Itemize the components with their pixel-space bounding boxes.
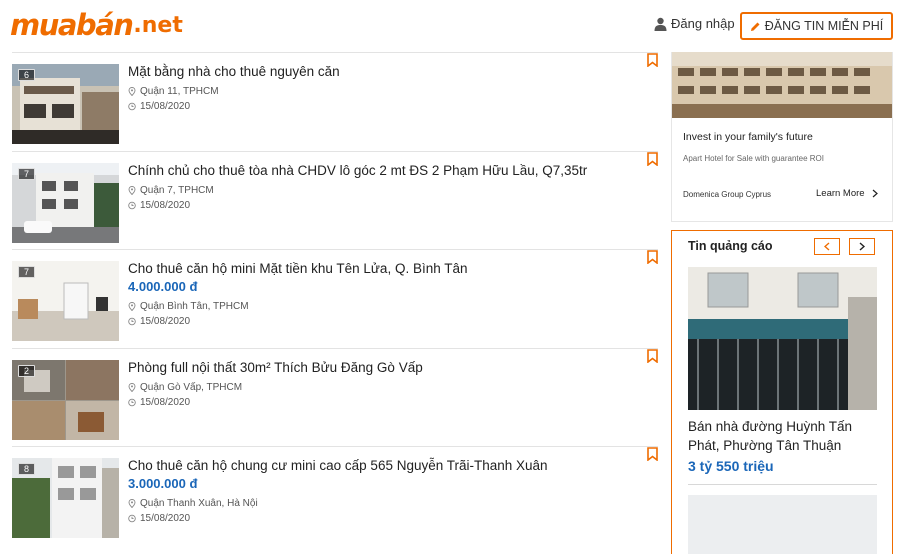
date-text: 15/08/2020 — [140, 513, 191, 524]
promoted-listings: Tin quảng cáo Bán nhà đường Huỳnh Tấn Ph… — [671, 230, 893, 554]
ad-headline: Invest in your family's future — [683, 131, 813, 143]
location-text: Quận Thanh Xuân, Hà Nội — [140, 498, 258, 509]
clock-icon — [128, 398, 136, 406]
bookmark-icon[interactable] — [647, 447, 658, 461]
date-text: 15/08/2020 — [140, 316, 191, 327]
ad-brand: Domenica Group Cyprus — [683, 190, 772, 199]
promoted-photo[interactable] — [688, 267, 877, 410]
listing-photo[interactable]: 6 — [12, 64, 119, 144]
listing-photo[interactable]: 8 — [12, 458, 119, 538]
photo-count-badge: 7 — [18, 167, 35, 180]
site-header: muabán .net Đăng nhập ĐĂNG TIN MIỄN PHÍ — [0, 0, 900, 50]
date-text: 15/08/2020 — [140, 101, 191, 112]
clock-icon — [128, 201, 136, 209]
login-link[interactable]: Đăng nhập — [654, 16, 735, 31]
clock-icon — [128, 102, 136, 111]
location-pin-icon — [128, 499, 136, 508]
listing-title[interactable]: Cho thuê căn hộ chung cư mini cao cấp 56… — [128, 458, 548, 473]
clock-icon — [128, 514, 136, 523]
listing-photo[interactable]: 2 — [12, 359, 119, 440]
listing-date: 15/08/2020 — [128, 200, 190, 211]
listing-location: Quận 11, TPHCM — [128, 86, 219, 97]
location-text: Quận 7, TPHCM — [140, 184, 214, 196]
list-item[interactable]: 7 Chính chủ cho thuê tòa nhà CHDV lô góc… — [12, 150, 658, 250]
promo-next-button[interactable] — [849, 238, 875, 255]
date-text: 15/08/2020 — [140, 396, 191, 408]
bookmark-icon[interactable] — [647, 151, 658, 166]
divider — [688, 484, 877, 485]
promoted-next-photo[interactable] — [688, 495, 877, 554]
login-label: Đăng nhập — [671, 16, 735, 31]
location-pin-icon — [128, 87, 136, 96]
listing-title[interactable]: Mặt bằng nhà cho thuê nguyên căn — [128, 64, 340, 79]
pencil-icon — [750, 22, 760, 31]
bookmark-icon[interactable] — [647, 53, 658, 67]
listing-location: Quận 7, TPHCM — [128, 185, 214, 196]
listing-location: Quận Thanh Xuân, Hà Nội — [128, 498, 258, 509]
post-button-label: ĐĂNG TIN MIỄN PHÍ — [764, 19, 884, 33]
photo-count-badge: 8 — [18, 463, 35, 475]
date-text: 15/08/2020 — [140, 199, 191, 211]
location-text: Quận Gò Vấp, TPHCM — [140, 381, 243, 393]
ad-learn-more-link[interactable]: Learn More — [816, 188, 878, 199]
logo-tld: .net — [133, 13, 183, 38]
bookmark-icon[interactable] — [647, 348, 658, 363]
listing-price: 4.000.000 đ — [128, 279, 198, 294]
bookmark-icon[interactable] — [647, 250, 658, 264]
ad-cta-label: Learn More — [816, 188, 865, 199]
listing-date: 15/08/2020 — [128, 101, 190, 112]
logo-main: muabán — [10, 8, 134, 42]
listing-location: Quận Gò Vấp, TPHCM — [128, 382, 242, 393]
listing-photo[interactable]: 7 — [12, 162, 119, 243]
listing-date: 15/08/2020 — [128, 397, 190, 408]
photo-count-badge: 6 — [18, 69, 35, 81]
location-text: Quận Bình Tân, TPHCM — [140, 301, 249, 312]
promo-prev-button[interactable] — [814, 238, 840, 255]
chevron-right-icon — [859, 242, 865, 251]
listing-price: 3.000.000 đ — [128, 476, 198, 491]
photo-count-badge: 2 — [18, 364, 35, 377]
listing-location: Quận Bình Tân, TPHCM — [128, 301, 249, 312]
chevron-left-icon — [824, 242, 830, 251]
listing-title[interactable]: Phòng full nội thất 30m² Thích Bửu Đăng … — [128, 360, 423, 375]
listing-list: 6 Mặt bằng nhà cho thuê nguyên căn Quận … — [12, 52, 658, 545]
listing-date: 15/08/2020 — [128, 316, 190, 327]
list-item[interactable]: 7 Cho thuê căn hộ mini Mặt tiền khu Tên … — [12, 249, 658, 348]
list-item[interactable]: 2 Phòng full nội thất 30m² Thích Bửu Đăn… — [12, 347, 658, 447]
chevron-right-icon — [872, 189, 878, 198]
display-ad[interactable]: Invest in your family's future Apart Hot… — [671, 52, 893, 222]
ad-image[interactable] — [672, 52, 892, 118]
list-item[interactable]: 6 Mặt bằng nhà cho thuê nguyên căn Quận … — [12, 52, 658, 151]
location-pin-icon — [128, 185, 136, 195]
user-icon — [654, 17, 667, 31]
promoted-price: 3 tỷ 550 triệu — [688, 458, 774, 474]
ad-subline: Apart Hotel for Sale with guarantee ROI — [683, 154, 824, 163]
listing-title[interactable]: Cho thuê căn hộ mini Mặt tiền khu Tên Lử… — [128, 261, 467, 276]
post-listing-button[interactable]: ĐĂNG TIN MIỄN PHÍ — [740, 12, 893, 40]
location-pin-icon — [128, 302, 136, 311]
location-pin-icon — [128, 382, 136, 392]
photo-count-badge: 7 — [18, 266, 35, 278]
promoted-heading: Tin quảng cáo — [688, 239, 773, 253]
location-text: Quận 11, TPHCM — [140, 86, 219, 97]
site-logo[interactable]: muabán .net — [10, 8, 183, 42]
listing-title[interactable]: Chính chủ cho thuê tòa nhà CHDV lô góc 2… — [128, 163, 587, 178]
promoted-title[interactable]: Bán nhà đường Huỳnh Tấn Phát, Phường Tân… — [688, 417, 877, 455]
clock-icon — [128, 317, 136, 326]
list-item[interactable]: 8 Cho thuê căn hộ chung cư mini cao cấp … — [12, 446, 658, 545]
listing-date: 15/08/2020 — [128, 513, 190, 524]
listing-photo[interactable]: 7 — [12, 261, 119, 341]
